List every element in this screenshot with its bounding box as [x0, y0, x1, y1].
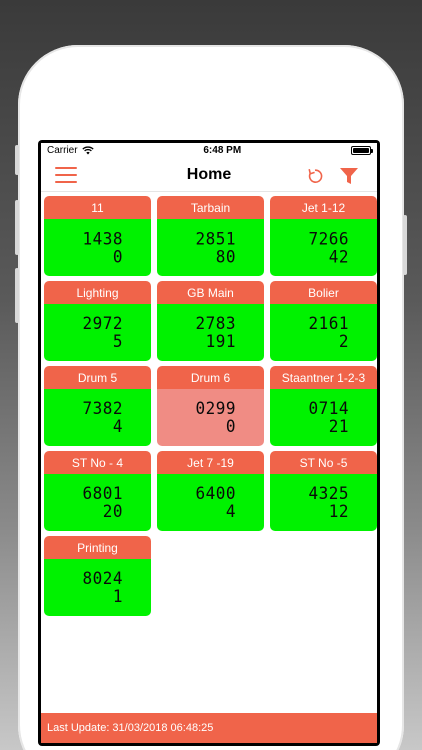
- meter-name: Drum 6: [157, 366, 264, 389]
- nav-bar: Home: [41, 158, 377, 192]
- meter-name: Bolier: [270, 281, 377, 304]
- meter-tile-drum-6[interactable]: Drum 6 0299 0: [157, 366, 264, 446]
- refresh-icon[interactable]: [305, 166, 325, 186]
- meter-tile-staantner-1-2-3[interactable]: Staantner 1-2-3 0714 21: [270, 366, 377, 446]
- meter-count: 4: [225, 501, 236, 521]
- meter-name: Tarbain: [157, 196, 264, 219]
- meter-readout: 0299 0: [157, 389, 264, 446]
- meter-count: 12: [328, 501, 349, 521]
- meter-readout: 2783 191: [157, 304, 264, 361]
- meter-tile-jet-1-12[interactable]: Jet 1-12 7266 42: [270, 196, 377, 276]
- battery-icon: [350, 146, 373, 155]
- meter-tile-st-no-5[interactable]: ST No -5 4325 12: [270, 451, 377, 531]
- meter-reading: 0299: [195, 398, 236, 418]
- meter-readout: 1438 0: [44, 219, 151, 276]
- meter-name: GB Main: [157, 281, 264, 304]
- meter-readout: 7266 42: [270, 219, 377, 276]
- meter-tile-gb-main[interactable]: GB Main 2783 191: [157, 281, 264, 361]
- meter-name: Drum 5: [44, 366, 151, 389]
- meter-count: 21: [328, 416, 349, 436]
- meter-count: 2: [338, 331, 349, 351]
- meter-reading: 2851: [195, 228, 236, 248]
- meter-name: Staantner 1-2-3: [270, 366, 377, 389]
- meter-tile-11[interactable]: 11 1438 0: [44, 196, 151, 276]
- meter-tile-lighting[interactable]: Lighting 2972 5: [44, 281, 151, 361]
- meter-tile-tarbain[interactable]: Tarbain 2851 80: [157, 196, 264, 276]
- meter-readout: 2161 2: [270, 304, 377, 361]
- menu-button[interactable]: [55, 167, 77, 183]
- meter-reading: 6400: [195, 483, 236, 503]
- meter-tile-bolier[interactable]: Bolier 2161 2: [270, 281, 377, 361]
- meter-count: 80: [215, 246, 236, 266]
- carrier-label: Carrier: [47, 145, 78, 156]
- hamburger-icon: [55, 167, 77, 169]
- meter-count: 0: [112, 246, 123, 266]
- meter-readout: 6801 20: [44, 474, 151, 531]
- meter-tile-drum-5[interactable]: Drum 5 7382 4: [44, 366, 151, 446]
- meter-name: 11: [44, 196, 151, 219]
- meter-name: Jet 1-12: [270, 196, 377, 219]
- meter-name: Lighting: [44, 281, 151, 304]
- app-screen: Carrier 6:48 PM Home 11 1438 0 Tarbain 2…: [41, 143, 377, 743]
- meter-tile-jet-7-19[interactable]: Jet 7 -19 6400 4: [157, 451, 264, 531]
- meter-reading: 4325: [308, 483, 349, 503]
- page-title: Home: [186, 165, 232, 183]
- meter-reading: 2783: [195, 313, 236, 333]
- meter-count: 20: [102, 501, 123, 521]
- filter-icon[interactable]: [339, 166, 359, 186]
- meter-count: 5: [112, 331, 123, 351]
- device-screen: Carrier 6:48 PM Home 11 1438 0 Tarbain 2…: [38, 140, 380, 746]
- meter-grid: 11 1438 0 Tarbain 2851 80 Jet 1-12 7266 …: [44, 196, 377, 616]
- meter-count: 1: [112, 586, 123, 606]
- meter-readout: 0714 21: [270, 389, 377, 446]
- meter-count: 0: [225, 416, 236, 436]
- status-bar: Carrier 6:48 PM: [41, 143, 377, 158]
- meter-count: 42: [328, 246, 349, 266]
- meter-reading: 0714: [308, 398, 349, 418]
- meter-readout: 2851 80: [157, 219, 264, 276]
- meter-reading: 2972: [82, 313, 123, 333]
- meter-name: ST No - 4: [44, 451, 151, 474]
- last-update-bar: Last Update: 31/03/2018 06:48:25: [41, 713, 377, 743]
- last-update-text: Last Update: 31/03/2018 06:48:25: [47, 722, 214, 734]
- meter-reading: 2161: [308, 313, 349, 333]
- meter-tile-st-no-4[interactable]: ST No - 4 6801 20: [44, 451, 151, 531]
- meter-readout: 7382 4: [44, 389, 151, 446]
- meter-count: 191: [205, 331, 236, 351]
- meter-reading: 8024: [82, 568, 123, 588]
- side-button: [15, 145, 19, 175]
- hamburger-line: [55, 181, 77, 183]
- meter-name: Printing: [44, 536, 151, 559]
- meter-readout: 4325 12: [270, 474, 377, 531]
- side-button: [15, 268, 19, 323]
- side-button: [403, 215, 407, 275]
- meter-readout: 6400 4: [157, 474, 264, 531]
- meter-readout: 2972 5: [44, 304, 151, 361]
- status-time: 6:48 PM: [203, 145, 242, 156]
- hamburger-line: [55, 174, 77, 176]
- meter-count: 4: [112, 416, 123, 436]
- side-button: [15, 200, 19, 255]
- meter-reading: 7382: [82, 398, 123, 418]
- meter-tile-printing[interactable]: Printing 8024 1: [44, 536, 151, 616]
- meter-name: Jet 7 -19: [157, 451, 264, 474]
- meter-name: ST No -5: [270, 451, 377, 474]
- meter-reading: 6801: [82, 483, 123, 503]
- meter-reading: 7266: [308, 228, 349, 248]
- meter-reading: 1438: [82, 228, 123, 248]
- meter-readout: 8024 1: [44, 559, 151, 616]
- wifi-icon: [81, 146, 94, 155]
